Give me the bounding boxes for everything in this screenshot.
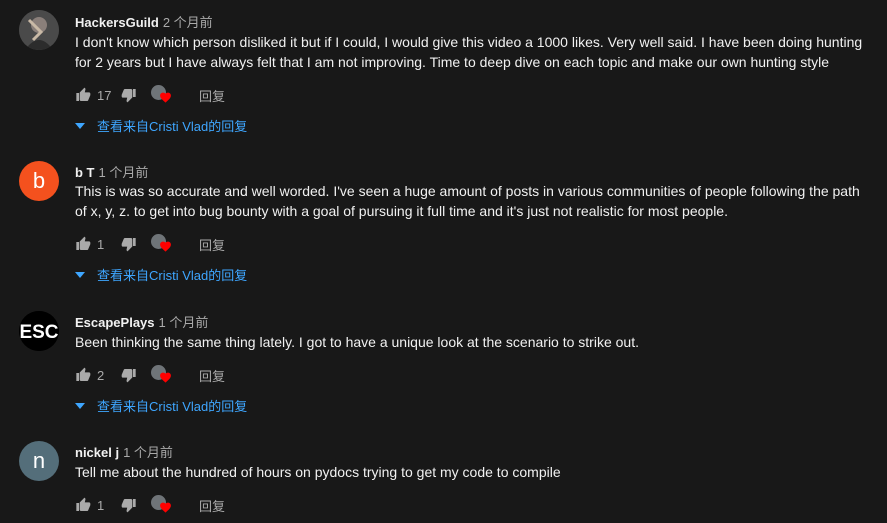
thumbs-up-icon	[76, 236, 91, 250]
thumbs-down-icon	[121, 369, 136, 383]
reply-button[interactable]: 回复	[199, 235, 225, 254]
comment-header: nickel j 1 个月前	[75, 442, 173, 461]
avatar[interactable]: ESC	[19, 311, 59, 351]
view-replies-button[interactable]: 查看来自Cristi Vlad的回复	[75, 265, 247, 284]
thumbs-down-icon	[121, 238, 136, 252]
comment-actions: 1 回复	[75, 234, 225, 254]
heart-icon	[160, 502, 171, 513]
comment-text: Been thinking the same thing lately. I g…	[75, 334, 639, 350]
thumbs-up-icon	[76, 497, 91, 511]
view-replies-label: 查看来自Cristi Vlad的回复	[97, 119, 248, 134]
comment-header: EscapePlays 1 个月前	[75, 312, 208, 331]
view-replies-button[interactable]: 查看来自Cristi Vlad的回复	[75, 396, 247, 415]
creator-heart	[151, 495, 173, 515]
like-button[interactable]	[75, 367, 91, 383]
like-count: 2	[97, 367, 105, 383]
creator-heart	[151, 85, 173, 105]
comment-text: Tell me about the hundred of hours on py…	[75, 464, 561, 480]
like-button[interactable]	[75, 497, 91, 513]
heart-icon	[160, 92, 171, 103]
comment-header: HackersGuild 2 个月前	[75, 12, 213, 31]
thumbs-up-icon	[76, 367, 91, 381]
like-button[interactable]	[75, 87, 91, 103]
comment-author[interactable]: HackersGuild	[75, 15, 159, 30]
avatar[interactable]	[19, 10, 59, 50]
comment-actions: 1 回复	[75, 495, 225, 515]
comment-text: I don't know which person disliked it bu…	[75, 34, 863, 70]
dislike-button[interactable]	[121, 236, 137, 252]
reply-button[interactable]: 回复	[199, 496, 225, 515]
avatar[interactable]: b	[19, 161, 59, 201]
thumbs-down-icon	[121, 499, 136, 513]
caret-down-icon	[75, 122, 85, 129]
like-count: 1	[97, 497, 105, 513]
comment-author[interactable]: EscapePlays	[75, 315, 155, 330]
comment-time[interactable]: 1 个月前	[123, 445, 173, 460]
thumbs-down-icon	[121, 89, 136, 103]
heart-icon	[160, 241, 171, 252]
comment-header: b T 1 个月前	[75, 162, 148, 181]
creator-heart	[151, 234, 173, 254]
heart-icon	[160, 372, 171, 383]
comment-text: This is was so accurate and well worded.…	[75, 183, 860, 219]
thumbs-up-icon	[76, 87, 91, 101]
view-replies-label: 查看来自Cristi Vlad的回复	[97, 268, 248, 283]
caret-down-icon	[75, 402, 85, 409]
avatar-letter: n	[32, 448, 46, 473]
esc-logo-icon: ESC	[19, 311, 59, 351]
view-replies-label: 查看来自Cristi Vlad的回复	[97, 399, 248, 414]
profile-photo-icon	[19, 10, 59, 50]
comment-actions: 17 回复	[75, 85, 225, 105]
like-button[interactable]	[75, 236, 91, 252]
reply-button[interactable]: 回复	[199, 366, 225, 385]
dislike-button[interactable]	[121, 87, 137, 103]
comment-time[interactable]: 1 个月前	[159, 315, 209, 330]
comment-time[interactable]: 2 个月前	[163, 15, 213, 30]
avatar-letter: b	[32, 168, 46, 193]
svg-text:ESC: ESC	[19, 322, 58, 343]
avatar[interactable]: n	[19, 441, 59, 481]
dislike-button[interactable]	[121, 497, 137, 513]
comment-author[interactable]: nickel j	[75, 445, 119, 460]
caret-down-icon	[75, 271, 85, 278]
comment-actions: 2 回复	[75, 365, 225, 385]
like-count: 17	[97, 87, 112, 103]
dislike-button[interactable]	[121, 367, 137, 383]
creator-heart	[151, 365, 173, 385]
view-replies-button[interactable]: 查看来自Cristi Vlad的回复	[75, 116, 247, 135]
like-count: 1	[97, 236, 105, 252]
comment-author[interactable]: b T	[75, 165, 95, 180]
comment-time[interactable]: 1 个月前	[99, 165, 149, 180]
reply-button[interactable]: 回复	[199, 86, 225, 105]
